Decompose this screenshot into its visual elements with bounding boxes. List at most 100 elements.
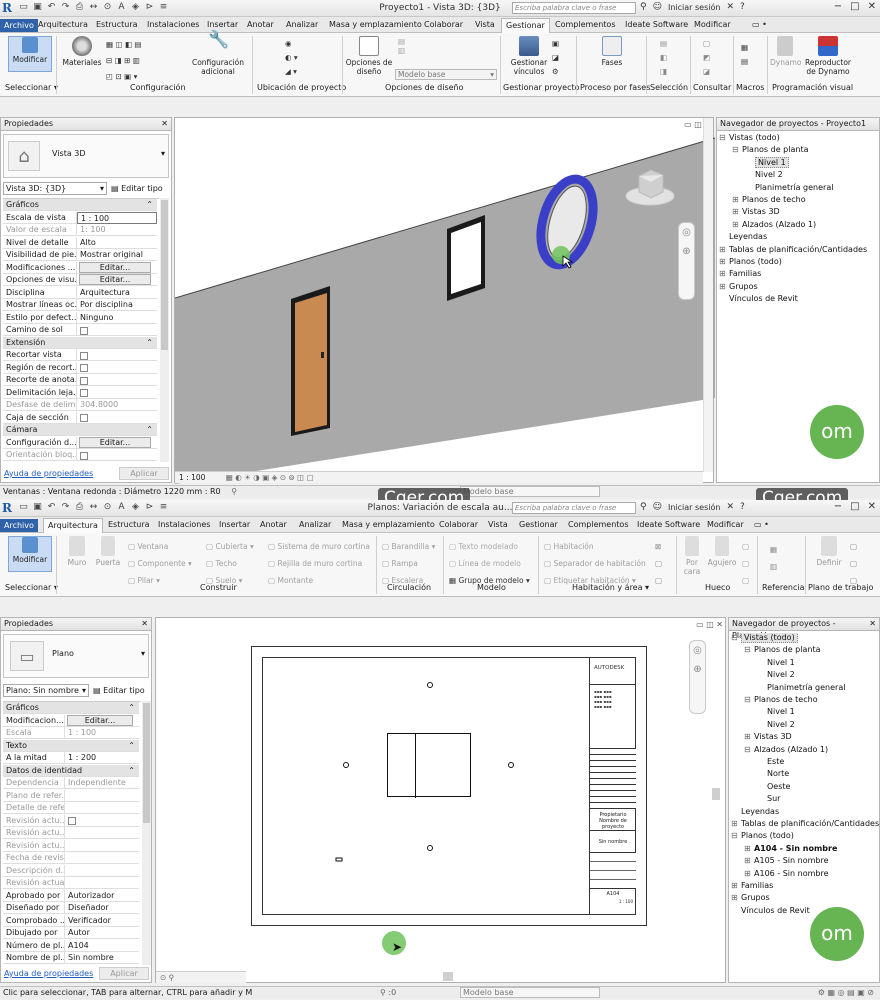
door-button[interactable]: Puerta <box>94 536 122 567</box>
property-row[interactable]: Delimitación leja... <box>3 386 157 399</box>
3d-view-canvas[interactable]: ▭ ◫ ✕ ◎ ⊕ 1 : 100 ▦ ◐ ☀ ◑ ▣ ◈ ⊙ ⊚ ◫ ▢ <box>174 117 715 484</box>
property-row[interactable]: Comprobado ... Verificador <box>3 914 139 927</box>
property-section[interactable]: Texto ⌃ <box>3 739 139 752</box>
tab-ideate[interactable]: Ideate Software <box>633 518 704 533</box>
steering-wheel-icon[interactable]: ◎ <box>690 645 705 656</box>
maximize-icon[interactable]: □ <box>850 501 859 512</box>
browser-item[interactable]: Nivel 2 <box>757 720 795 729</box>
browser-item[interactable]: ⊞ Tablas de planificación/Cantidades <box>719 245 867 254</box>
scroll-thumb[interactable] <box>143 703 150 823</box>
edit-button[interactable]: Editar... <box>79 436 151 448</box>
browser-item[interactable]: ⊞ Grupos <box>731 893 770 902</box>
shaft-button[interactable]: Agujero <box>706 536 738 567</box>
close-icon[interactable]: ✕ <box>161 118 168 130</box>
build-col1[interactable]: ▢ Ventana ▢ Componente ▾ ▢ Pilar ▾ <box>128 538 192 589</box>
property-row[interactable]: Descripción d... <box>3 864 139 877</box>
browser-item[interactable]: ⊞ Tablas de planificación/Cantidades <box>731 819 879 828</box>
exchange-icon[interactable]: ✕ <box>726 502 734 512</box>
property-value[interactable]: Autorizador <box>65 890 139 902</box>
property-value[interactable] <box>77 349 157 361</box>
property-row[interactable]: Estilo por defect... Ninguno <box>3 311 157 324</box>
browser-item[interactable]: ⊟ Planos de planta <box>744 645 820 654</box>
property-value[interactable]: 1 : 200 <box>65 752 139 764</box>
property-value[interactable]: Mostrar original <box>77 249 157 261</box>
maximize-icon[interactable]: □ <box>850 1 859 12</box>
property-value[interactable]: Editar... <box>77 274 157 286</box>
browser-item[interactable]: ⊟ Vistas (todo) <box>719 133 780 142</box>
expand-toggle-icon[interactable]: ⊟ <box>744 695 754 704</box>
checkbox[interactable] <box>80 364 88 372</box>
property-row[interactable]: Fecha de emisi...01/29/18 <box>3 964 139 965</box>
property-row[interactable]: Nombre de pl... Sin nombre <box>3 952 139 964</box>
properties-help-link[interactable]: Ayuda de propiedades <box>4 969 93 978</box>
property-row[interactable]: Orientación bloq... <box>3 449 157 461</box>
project-small-icons[interactable]: ▣ ◪ ⚙ <box>552 37 559 79</box>
property-row[interactable]: A la mitad 1 : 200 <box>3 752 139 764</box>
property-value[interactable]: Arquitectura <box>77 287 157 299</box>
expand-toggle-icon[interactable]: ⊟ <box>744 745 754 754</box>
apply-button[interactable]: Aplicar <box>119 467 169 480</box>
expand-toggle-icon[interactable]: ⊞ <box>719 257 729 266</box>
navigation-bar[interactable]: ◎ ⊕ <box>689 640 706 714</box>
circulation-col[interactable]: ▢ Barandilla ▾ ▢ Rampa ▢ Escalera <box>382 538 435 589</box>
property-row[interactable]: Región de recort... <box>3 361 157 374</box>
expand-toggle-icon[interactable]: ⊟ <box>732 145 742 154</box>
view-control-icons[interactable]: ⊙ ⚲ <box>160 973 174 982</box>
expand-toggle-icon[interactable]: ⊞ <box>719 245 729 254</box>
browser-item[interactable]: ⊞ A106 - Sin nombre <box>744 869 829 878</box>
materials-button[interactable]: Materiales <box>60 36 104 67</box>
view-control-icons[interactable]: ▦ ◐ ☀ ◑ ▣ ◈ ⊙ ⊚ ◫ ▢ <box>226 473 314 482</box>
status-model-select[interactable]: Modelo base <box>460 486 600 497</box>
help-icon[interactable]: ? <box>740 502 745 512</box>
properties-scrollbar[interactable] <box>160 198 169 462</box>
tab-archivo[interactable]: Archivo <box>0 19 38 32</box>
property-value[interactable]: Ninguno <box>77 312 157 324</box>
close-icon[interactable]: ✕ <box>869 618 876 630</box>
property-row[interactable]: Nivel de detalle Alto <box>3 236 157 249</box>
browser-item[interactable]: ⊞ Familias <box>731 881 773 890</box>
workplane-small-icons[interactable]: ▢ ▢ ▢ <box>850 538 857 589</box>
property-row[interactable]: Detalle de refe... <box>3 802 139 814</box>
expand-toggle-icon[interactable]: ⊞ <box>731 881 741 890</box>
tab-instalaciones[interactable]: Instalaciones <box>143 18 203 33</box>
macros-icons[interactable]: ▦ ▤ <box>741 41 748 69</box>
tab-gestionar[interactable]: Gestionar <box>515 518 562 533</box>
property-row[interactable]: Revisión actu... <box>3 814 139 827</box>
collapse-icon[interactable]: ⌃ <box>128 765 135 777</box>
property-value[interactable]: Editar... <box>77 261 157 274</box>
property-row[interactable]: Aprobado por Autorizador <box>3 889 139 902</box>
search-input[interactable]: Escriba palabra clave o frase <box>512 2 636 14</box>
room-col[interactable]: ▢ Habitación ▢ Separador de habitación ▢ E… <box>544 538 646 589</box>
horizontal-scroll-thumb[interactable] <box>443 972 453 981</box>
elevation-mark-east[interactable] <box>508 762 514 768</box>
browser-item[interactable]: Vínculos de Revit <box>731 906 810 915</box>
property-row[interactable]: Revisión actu... <box>3 827 139 839</box>
property-row[interactable]: Disciplina Arquitectura <box>3 286 157 299</box>
user-icon[interactable]: ☺ <box>653 502 662 512</box>
properties-scrollbar[interactable] <box>142 701 151 965</box>
browser-item[interactable]: ⊞ A105 - Sin nombre <box>744 856 829 865</box>
settings-icon-grid[interactable]: ▦ ◫ ◧ ▤ ⊟ ◨ ⊞ ▥ ◰ ⊡ ▣ ▾ <box>106 37 142 85</box>
expand-toggle-icon[interactable]: ⊟ <box>731 831 741 840</box>
zoom-icon[interactable]: ⊕ <box>679 246 694 257</box>
tab-analizar[interactable]: Analizar <box>282 18 322 33</box>
browser-item[interactable]: ⊞ Grupos <box>719 282 758 291</box>
property-row[interactable]: Escala 1 : 100 <box>3 727 139 739</box>
tab-masa[interactable]: Masa y emplazamiento <box>338 518 439 533</box>
expand-toggle-icon[interactable]: ⊞ <box>732 207 742 216</box>
browser-item[interactable]: Leyendas <box>719 232 767 241</box>
tab-complementos[interactable]: Complementos <box>551 18 619 33</box>
binoculars-icon[interactable]: ⚲ <box>640 502 647 512</box>
model-col[interactable]: ▢ Texto modelado ▢ Línea de modelo ▦ Grupo… <box>449 538 530 589</box>
property-row[interactable]: Dependencia Independiente <box>3 777 139 789</box>
browser-item[interactable]: Nivel 2 <box>745 170 783 179</box>
elevation-mark-west[interactable] <box>343 762 349 768</box>
property-value[interactable] <box>77 324 157 336</box>
view-title-mark[interactable] <box>335 857 343 862</box>
property-row[interactable]: Modificaciones ... Editar... <box>3 261 157 274</box>
browser-item[interactable]: Sur <box>757 794 780 803</box>
property-row[interactable]: Fecha de revis... <box>3 852 139 864</box>
browser-item[interactable]: Nivel 1 <box>757 658 795 667</box>
wall-button[interactable]: Muro <box>63 536 91 567</box>
browser-item[interactable]: Oeste <box>757 782 790 791</box>
